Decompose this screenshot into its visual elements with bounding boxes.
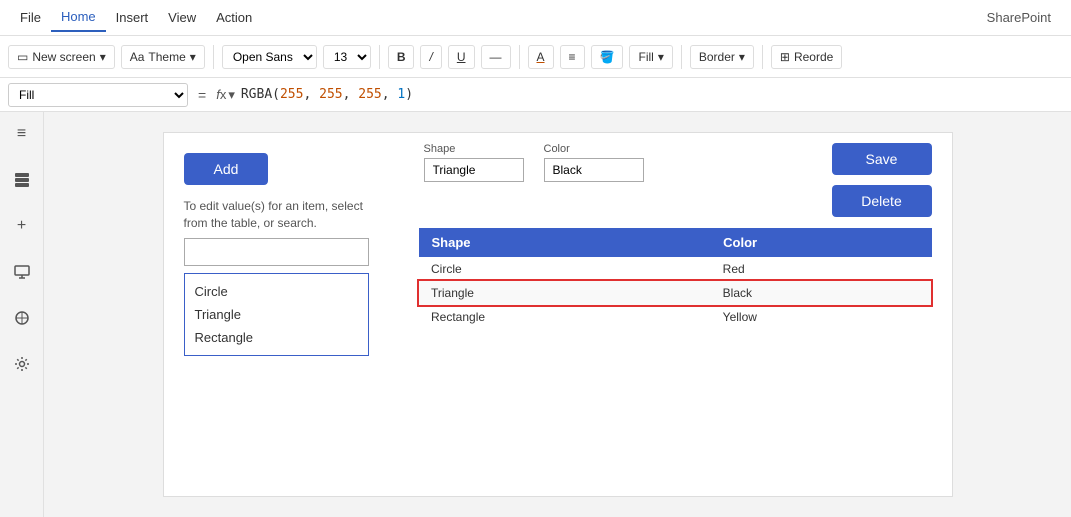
list-item-rectangle[interactable]: Rectangle: [195, 326, 358, 349]
table-cell-shape-2: Triangle: [419, 281, 711, 305]
rgba-label: RGBA(: [241, 87, 280, 102]
fill-chevron-icon: ▾: [658, 50, 664, 64]
font-size-select[interactable]: 13: [323, 45, 371, 69]
new-screen-chevron-icon: ▾: [100, 50, 106, 64]
reorder-label: Reorde: [794, 50, 833, 64]
formula-content[interactable]: RGBA(255, 255, 255, 1): [241, 87, 1063, 102]
fill-label: Fill: [638, 50, 653, 64]
table-row[interactable]: Circle Red: [419, 257, 931, 282]
theme-label: Theme: [148, 50, 185, 64]
underline-button[interactable]: U: [448, 45, 475, 69]
align-button[interactable]: ≡: [560, 45, 585, 69]
theme-icon: Aa: [130, 50, 145, 64]
font-family-select[interactable]: Open Sans: [222, 45, 317, 69]
reorder-button[interactable]: ⊞ Reorde: [771, 45, 842, 69]
search-input[interactable]: [184, 238, 369, 266]
app-canvas: Add Shape Color Save Delete: [163, 132, 953, 497]
ribbon-divider-2: [379, 45, 380, 69]
rgba-comma-3: ,: [382, 87, 398, 102]
table-cell-shape-1: Circle: [419, 257, 711, 282]
table-header-color: Color: [711, 229, 931, 257]
color-input[interactable]: [544, 158, 644, 182]
border-button[interactable]: Border ▾: [690, 45, 754, 69]
table-cell-color-2: Black: [711, 281, 931, 305]
add-button[interactable]: Add: [184, 153, 269, 185]
fx-label: fx ▾: [216, 87, 235, 103]
shape-field-group: Shape: [424, 143, 524, 182]
theme-chevron-icon: ▾: [190, 50, 196, 64]
paint-button[interactable]: 🪣: [591, 45, 624, 69]
sidebar-icon-add[interactable]: +: [8, 212, 36, 240]
menu-view[interactable]: View: [158, 4, 206, 31]
new-screen-button[interactable]: ▭ New screen ▾: [8, 45, 115, 69]
list-box[interactable]: Circle Triangle Rectangle: [184, 273, 369, 356]
rgba-g: 255: [319, 87, 342, 102]
equals-sign: =: [194, 87, 210, 103]
new-screen-icon: ▭: [17, 50, 28, 64]
ribbon-divider-1: [213, 45, 214, 69]
sidebar-icon-menu[interactable]: ≡: [8, 120, 36, 148]
table-cell-color-3: Yellow: [711, 305, 931, 329]
new-screen-label: New screen: [32, 50, 95, 64]
table-cell-color-1: Red: [711, 257, 931, 282]
help-text: To edit value(s) for an item, select fro…: [184, 198, 364, 232]
menu-file[interactable]: File: [10, 4, 51, 31]
sidebar-icon-settings[interactable]: [8, 350, 36, 378]
font-color-button[interactable]: A: [528, 45, 554, 69]
table-row[interactable]: Rectangle Yellow: [419, 305, 931, 329]
fx-icon: fx: [216, 87, 226, 102]
action-buttons: Save Delete: [832, 143, 932, 217]
rgba-comma-1: ,: [303, 87, 319, 102]
formula-bar: Fill = fx ▾ RGBA(255, 255, 255, 1): [0, 78, 1071, 112]
sidebar-icon-media[interactable]: [8, 304, 36, 332]
ribbon-divider-3: [519, 45, 520, 69]
rgba-comma-2: ,: [343, 87, 359, 102]
rgba-b: 255: [358, 87, 381, 102]
table-header-shape: Shape: [419, 229, 711, 257]
reorder-icon: ⊞: [780, 50, 790, 64]
rgba-close: ): [405, 87, 413, 102]
color-label: Color: [544, 143, 644, 155]
list-item-circle[interactable]: Circle: [195, 280, 358, 303]
formula-dropdown[interactable]: Fill: [8, 83, 188, 107]
data-table-section: Shape Color Circle Red Triangle Black: [419, 228, 932, 329]
app-title: SharePoint: [987, 10, 1061, 25]
fx-chevron-icon: ▾: [228, 87, 235, 103]
menu-insert[interactable]: Insert: [106, 4, 159, 31]
theme-button[interactable]: Aa Theme ▾: [121, 45, 205, 69]
main-layout: ≡ + Add Shape: [0, 112, 1071, 517]
menu-home[interactable]: Home: [51, 3, 106, 32]
delete-button[interactable]: Delete: [832, 185, 932, 217]
italic-button[interactable]: /: [420, 45, 441, 69]
menu-action[interactable]: Action: [206, 4, 262, 31]
field-group: Shape Color: [424, 143, 644, 182]
border-chevron-icon: ▾: [739, 50, 745, 64]
list-item-triangle[interactable]: Triangle: [195, 303, 358, 326]
data-table: Shape Color Circle Red Triangle Black: [419, 228, 932, 329]
rgba-r: 255: [280, 87, 303, 102]
sidebar-icon-layers[interactable]: [8, 166, 36, 194]
save-button[interactable]: Save: [832, 143, 932, 175]
shape-label: Shape: [424, 143, 524, 155]
ribbon-divider-4: [681, 45, 682, 69]
bold-button[interactable]: B: [388, 45, 415, 69]
font-color-label: A: [537, 50, 545, 64]
canvas-area: Add Shape Color Save Delete: [44, 112, 1071, 517]
table-header-row: Shape Color: [419, 229, 931, 257]
color-field-group: Color: [544, 143, 644, 182]
table-row-selected[interactable]: Triangle Black: [419, 281, 931, 305]
table-cell-shape-3: Rectangle: [419, 305, 711, 329]
shape-input[interactable]: [424, 158, 524, 182]
fill-button[interactable]: Fill ▾: [629, 45, 672, 69]
ribbon: ▭ New screen ▾ Aa Theme ▾ Open Sans 13 B…: [0, 36, 1071, 78]
strikethrough-button[interactable]: —: [481, 45, 511, 69]
border-label: Border: [699, 50, 735, 64]
shape-color-section: Shape Color: [424, 143, 644, 182]
menu-bar: File Home Insert View Action SharePoint: [0, 0, 1071, 36]
sidebar-icons: ≡ +: [0, 112, 44, 517]
ribbon-divider-5: [762, 45, 763, 69]
sidebar-icon-screen[interactable]: [8, 258, 36, 286]
